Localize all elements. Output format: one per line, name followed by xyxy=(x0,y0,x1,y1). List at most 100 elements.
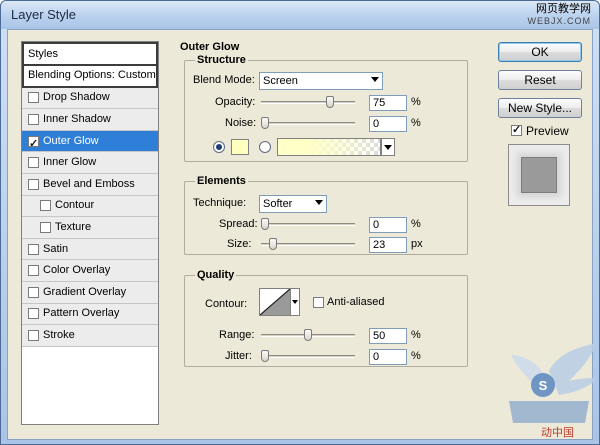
style-item-label: Inner Shadow xyxy=(43,112,111,125)
noise-unit: % xyxy=(411,117,421,129)
spread-slider[interactable] xyxy=(261,223,355,226)
preview-square xyxy=(521,157,557,193)
technique-value: Softer xyxy=(263,198,293,210)
blend-mode-label: Blend Mode: xyxy=(193,74,255,86)
jitter-slider-thumb[interactable] xyxy=(261,350,269,362)
noise-input[interactable]: 0 xyxy=(369,116,407,132)
new-style-button[interactable]: New Style... xyxy=(498,98,582,118)
structure-group: Structure Blend Mode: Screen Opacity: 75… xyxy=(184,54,468,162)
spread-slider-thumb[interactable] xyxy=(261,218,269,230)
elements-group: Elements Technique: Softer Spread: 0 % S… xyxy=(184,175,468,255)
jitter-input[interactable]: 0 xyxy=(369,349,407,365)
range-input[interactable]: 50 xyxy=(369,328,407,344)
style-item-label: Stroke xyxy=(43,328,75,341)
style-item-contour[interactable]: Contour xyxy=(22,195,158,218)
contour-preview[interactable] xyxy=(259,288,291,316)
style-item-checkbox[interactable] xyxy=(28,178,39,190)
range-slider-thumb[interactable] xyxy=(304,329,312,341)
styles-header[interactable]: Styles xyxy=(22,42,158,66)
style-item-outer-glow[interactable]: Outer Glow xyxy=(22,130,158,155)
chevron-down-icon xyxy=(315,200,323,205)
window-title: Layer Style xyxy=(11,7,77,22)
style-item-gradient-overlay[interactable]: Gradient Overlay xyxy=(22,281,158,304)
size-label: Size: xyxy=(227,238,252,250)
opacity-slider[interactable] xyxy=(261,101,355,104)
size-slider-thumb[interactable] xyxy=(268,238,277,250)
style-item-label: Outer Glow xyxy=(43,134,99,147)
opacity-slider-thumb[interactable] xyxy=(325,96,334,108)
anti-aliased-label: Anti-aliased xyxy=(327,296,385,308)
panel-title: Outer Glow xyxy=(180,41,240,53)
style-item-label: Inner Glow xyxy=(43,156,97,169)
contour-curve-icon xyxy=(260,289,290,315)
layer-style-window: Layer Style 网页教学网 WEBJX.COM Styles Blend… xyxy=(0,0,600,445)
solid-color-radio[interactable] xyxy=(213,141,225,153)
style-item-checkbox[interactable] xyxy=(28,329,39,341)
style-item-checkbox[interactable] xyxy=(28,243,39,255)
style-item-label: Texture xyxy=(55,220,92,233)
quality-group: Quality Contour: Anti-aliased Range: 50 … xyxy=(184,269,468,367)
anti-aliased-checkbox[interactable] xyxy=(313,297,324,308)
style-item-pattern-overlay[interactable]: Pattern Overlay xyxy=(22,303,158,326)
technique-label: Technique: xyxy=(193,197,247,209)
style-item-checkbox[interactable] xyxy=(28,113,39,125)
spread-input[interactable]: 0 xyxy=(369,217,407,233)
styles-list: Styles Blending Options: Custom Drop Sha… xyxy=(21,41,159,425)
style-item-inner-shadow[interactable]: Inner Shadow xyxy=(22,109,158,131)
style-item-label: Gradient Overlay xyxy=(43,285,127,298)
style-item-bevel-and-emboss[interactable]: Bevel and Emboss xyxy=(22,173,158,196)
noise-slider-thumb[interactable] xyxy=(261,117,269,129)
blend-mode-select[interactable]: Screen xyxy=(259,72,383,90)
glow-color-swatch[interactable] xyxy=(231,139,249,155)
quality-label: Quality xyxy=(195,269,237,281)
outer-glow-panel: Outer Glow Structure Blend Mode: Screen … xyxy=(172,35,479,431)
spread-label: Spread: xyxy=(219,218,258,230)
opacity-unit: % xyxy=(411,96,421,108)
glow-gradient-picker[interactable] xyxy=(277,138,381,156)
style-item-label: Drop Shadow xyxy=(43,91,110,104)
title-bar[interactable]: Layer Style 网页教学网 WEBJX.COM xyxy=(1,1,599,29)
size-unit: px xyxy=(411,238,423,250)
style-item-checkbox[interactable] xyxy=(28,92,39,104)
reset-button[interactable]: Reset xyxy=(498,70,582,90)
watermark-top-url: WEBJX.COM xyxy=(527,16,591,26)
style-item-checkbox[interactable] xyxy=(28,286,39,298)
style-item-checkbox[interactable] xyxy=(28,265,39,277)
structure-label: Structure xyxy=(195,54,248,66)
elements-label: Elements xyxy=(195,175,248,187)
style-item-label: Bevel and Emboss xyxy=(43,177,135,190)
technique-select[interactable]: Softer xyxy=(259,195,327,213)
gradient-dropdown-button[interactable] xyxy=(381,138,395,156)
contour-dropdown-button[interactable] xyxy=(290,288,300,316)
opacity-label: Opacity: xyxy=(215,96,256,108)
style-item-checkbox[interactable] xyxy=(40,200,51,212)
style-item-drop-shadow[interactable]: Drop Shadow xyxy=(22,87,158,110)
style-item-satin[interactable]: Satin xyxy=(22,238,158,261)
spread-unit: % xyxy=(411,218,421,230)
gradient-radio[interactable] xyxy=(259,141,271,153)
style-item-inner-glow[interactable]: Inner Glow xyxy=(22,152,158,174)
style-item-label: Satin xyxy=(43,242,69,255)
svg-text:S: S xyxy=(539,378,548,393)
style-item-color-overlay[interactable]: Color Overlay xyxy=(22,260,158,282)
watermark-top-cn: 网页教学网 xyxy=(536,3,591,15)
style-item-checkbox[interactable] xyxy=(40,221,51,233)
style-item-stroke[interactable]: Stroke xyxy=(22,325,158,347)
jitter-label: Jitter: xyxy=(225,350,252,362)
noise-slider[interactable] xyxy=(261,122,355,125)
blending-options[interactable]: Blending Options: Custom xyxy=(22,66,158,88)
ok-button[interactable]: OK xyxy=(498,42,582,62)
style-item-checkbox[interactable] xyxy=(28,134,39,155)
jitter-slider[interactable] xyxy=(261,355,355,358)
size-input[interactable]: 23 xyxy=(369,237,407,253)
style-item-checkbox[interactable] xyxy=(28,308,39,320)
opacity-input[interactable]: 75 xyxy=(369,95,407,111)
contour-label: Contour: xyxy=(205,298,248,310)
style-item-texture[interactable]: Texture xyxy=(22,217,158,239)
preview-checkbox[interactable] xyxy=(511,123,522,136)
range-label: Range: xyxy=(219,329,255,341)
chevron-down-icon xyxy=(371,77,379,82)
jitter-unit: % xyxy=(411,350,421,362)
style-item-checkbox[interactable] xyxy=(28,157,39,169)
watermark-top: 网页教学网 WEBJX.COM xyxy=(527,3,591,27)
